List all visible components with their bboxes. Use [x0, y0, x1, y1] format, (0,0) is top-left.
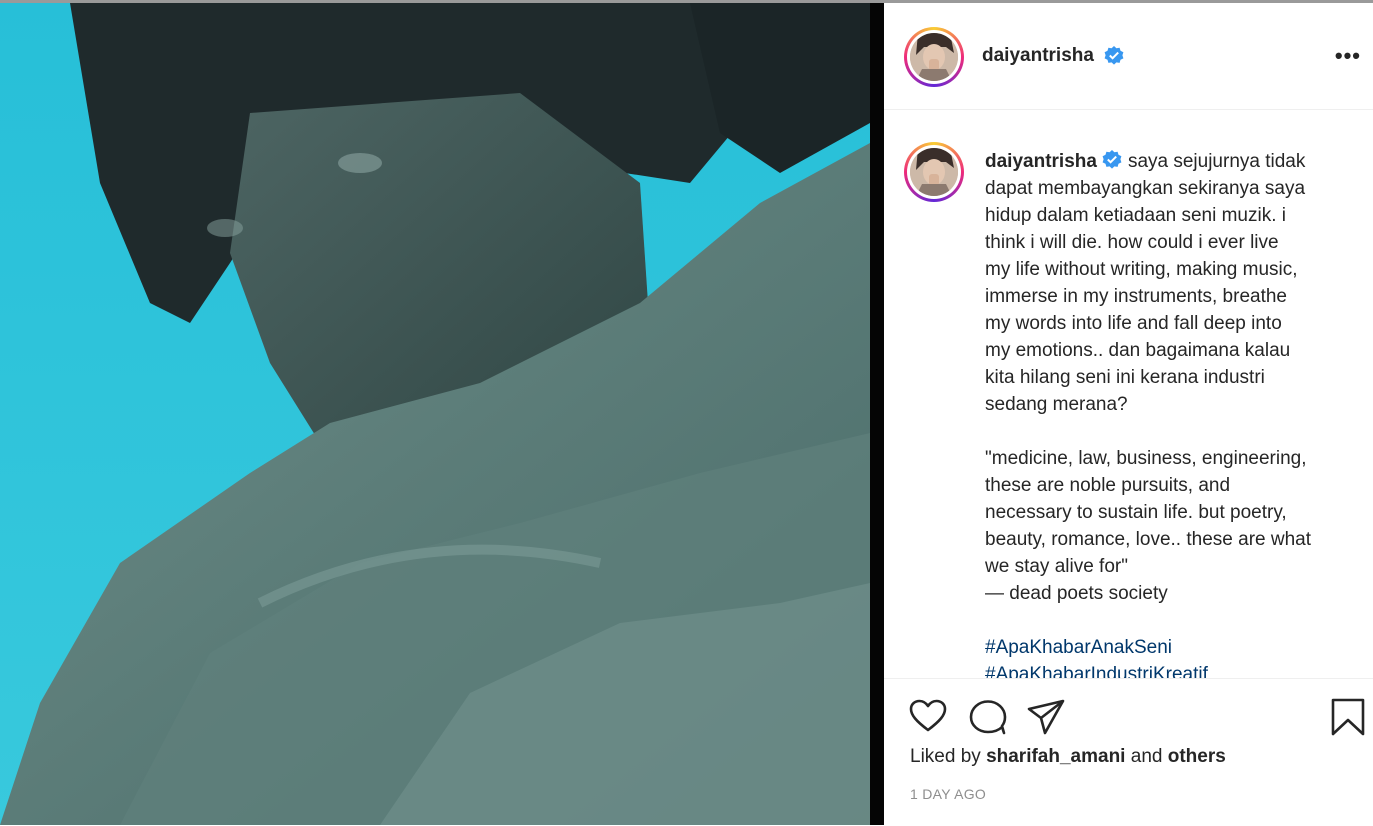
verified-badge-icon [1104, 46, 1124, 65]
post-media[interactable] [0, 3, 870, 825]
caption-username[interactable]: daiyantrisha [985, 151, 1097, 172]
caption-avatar[interactable] [904, 142, 964, 202]
media-divider [870, 3, 884, 825]
caption-verified-badge-icon [1102, 150, 1122, 169]
likes-prefix: Liked by [910, 746, 981, 767]
caption-avatar-photo [910, 148, 958, 196]
save-bookmark-icon[interactable] [1328, 697, 1368, 737]
caption-scroll-area[interactable]: daiyantrisha saya sejujurnya tidak dapat … [884, 110, 1373, 678]
hashtag-link[interactable]: #ApaKhabarIndustriKreatif [985, 661, 1345, 678]
comment-bubble-icon[interactable] [968, 697, 1008, 737]
caption-body: saya sejujurnya tidak dapat membayangkan… [985, 151, 1311, 604]
likes-summary: Liked by sharifah_amani and others [910, 746, 1226, 768]
likes-and: and [1130, 746, 1163, 767]
post-video-frame [0, 3, 870, 825]
liked-by-user-link[interactable]: sharifah_amani [986, 746, 1125, 767]
avatar-photo [910, 33, 958, 81]
post-username[interactable]: daiyantrisha [982, 45, 1094, 67]
caption-text: daiyantrisha saya sejujurnya tidak dapat … [985, 148, 1345, 607]
likes-others-link[interactable]: others [1168, 746, 1226, 767]
caption-hashtags: #ApaKhabarAnakSeni #ApaKhabarIndustriKre… [985, 634, 1345, 678]
avatar[interactable] [904, 27, 964, 87]
share-paper-plane-icon[interactable] [1026, 697, 1066, 737]
hashtag-link[interactable]: #ApaKhabarAnakSeni [985, 634, 1345, 661]
like-heart-icon[interactable] [908, 697, 948, 737]
more-options-button[interactable]: ••• [1335, 43, 1361, 69]
post-sidebar: daiyantrisha ••• daiyantrisha saya sejuj… [884, 3, 1373, 825]
post-timestamp[interactable]: 1 DAY AGO [910, 786, 986, 802]
post-header: daiyantrisha ••• [884, 3, 1373, 110]
